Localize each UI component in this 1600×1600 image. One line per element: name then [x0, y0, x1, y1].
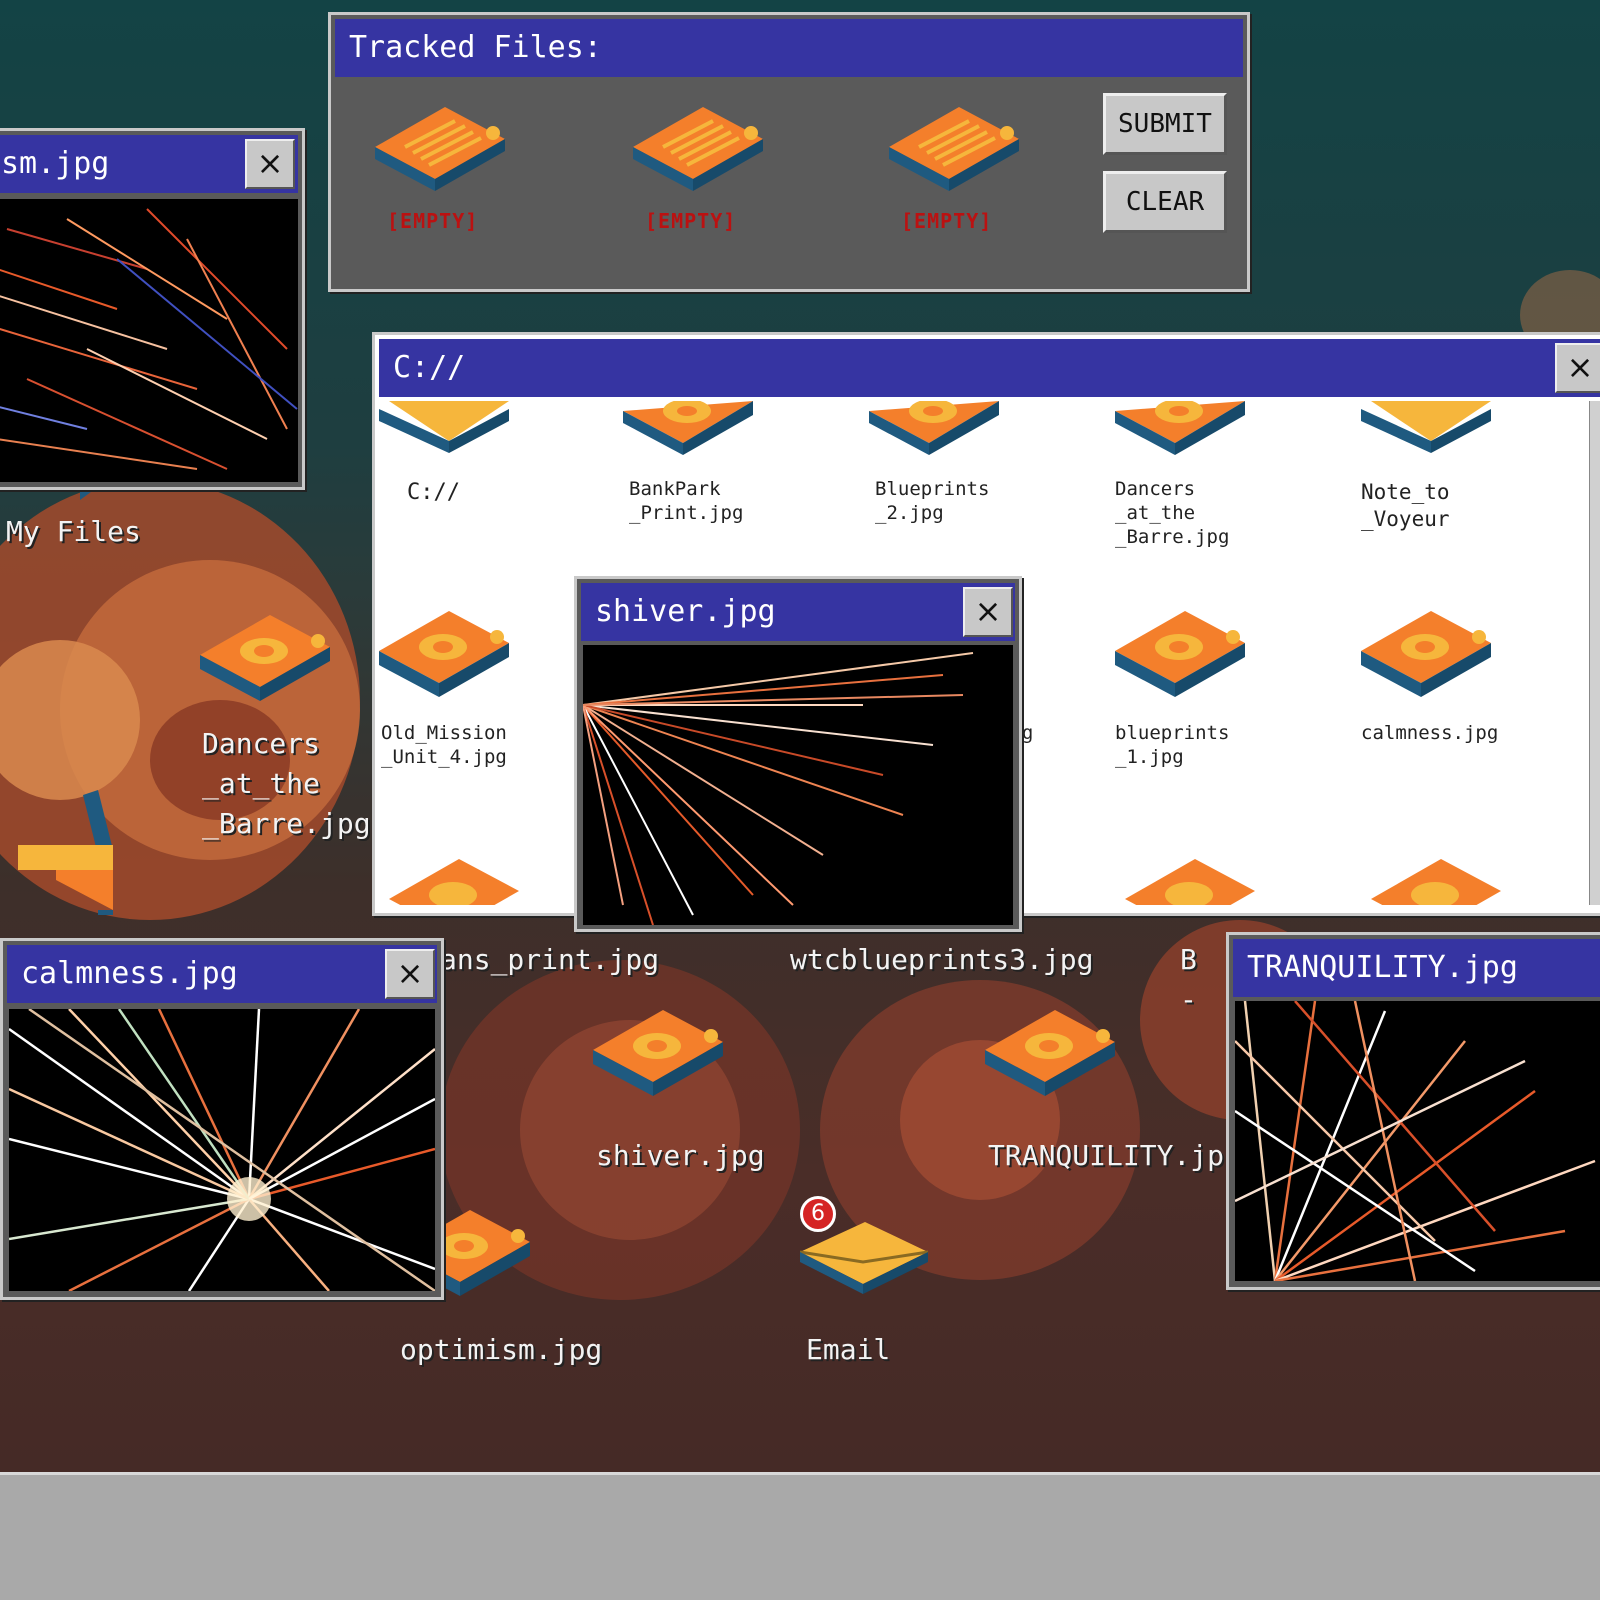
file-item-c-drive[interactable]: C:// — [379, 401, 599, 601]
file-label: C:// — [407, 480, 460, 505]
tracked-files-titlebar[interactable]: Tracked Files: — [335, 19, 1243, 77]
document-icon — [633, 107, 763, 191]
optimism-label: optimism.jpg — [400, 1333, 603, 1366]
shiver-label: shiver.jpg — [596, 1139, 765, 1172]
image-file-icon — [379, 611, 509, 697]
image-file-icon — [389, 859, 519, 905]
calmness-image — [9, 1009, 435, 1291]
file-label: Dancers _at_the _Barre.jpg — [1115, 478, 1230, 548]
calmness-titlebar[interactable]: calmness.jpg — [7, 945, 437, 1003]
close-button[interactable]: × — [1555, 343, 1600, 393]
shiver-titlebar[interactable]: shiver.jpg — [581, 583, 1015, 641]
image-file-icon — [1115, 401, 1245, 455]
file-item-bankpark[interactable]: BankPark _Print.jpg — [623, 401, 843, 601]
tracked-slot[interactable]: [EMPTY] — [375, 107, 515, 247]
image-file-icon — [593, 1010, 723, 1096]
file-item-blueprints-1[interactable]: blueprints _1.jpg — [1115, 611, 1335, 811]
file-label: blueprints _1.jpg — [1115, 722, 1230, 768]
close-button[interactable]: × — [245, 139, 295, 189]
dancers-label: Dancers _at_the _Barre.jpg — [202, 727, 371, 840]
image-file-icon — [623, 401, 753, 455]
optimism-title: sm.jpg — [1, 146, 110, 181]
tranquility-image — [1235, 1001, 1600, 1281]
shiver-image — [583, 645, 1013, 925]
file-label: BankPark _Print.jpg — [629, 478, 744, 524]
clear-button[interactable]: CLEAR — [1103, 171, 1227, 233]
shiver-window: shiver.jpg × — [574, 576, 1022, 932]
close-button[interactable]: × — [963, 587, 1013, 637]
image-file-icon — [985, 1010, 1115, 1096]
file-label: Blueprints _2.jpg — [875, 478, 990, 524]
image-file-icon — [1125, 859, 1255, 905]
firework-image — [583, 645, 1013, 925]
image-file-icon — [1371, 859, 1501, 905]
folder-icon — [379, 401, 509, 453]
file-label: Old_Mission _Unit_4.jpg — [381, 722, 507, 768]
tracked-slot-label: [EMPTY] — [645, 209, 737, 233]
image-file-icon — [869, 401, 999, 455]
file-item-calmness[interactable]: calmness.jpg — [1361, 611, 1581, 811]
tracked-slot[interactable]: [EMPTY] — [889, 107, 1029, 247]
firework-image — [1235, 1001, 1600, 1281]
email-badge: 6 — [800, 1196, 836, 1232]
document-icon — [889, 107, 1019, 191]
wtc-blueprints-label[interactable]: wtcblueprints3.jpg — [790, 940, 1093, 980]
folder-icon — [1361, 401, 1491, 453]
optimism-image — [0, 199, 298, 482]
envelope-icon — [800, 1222, 929, 1294]
tranquility-window: TRANQUILITY.jpg — [1226, 932, 1600, 1290]
tracked-slot-label: [EMPTY] — [387, 209, 479, 233]
file-item-old-mission[interactable]: Old_Mission _Unit_4.jpg — [379, 611, 599, 811]
partial-dash-label: - — [1180, 983, 1197, 1016]
email-label: Email — [806, 1333, 891, 1366]
tranquility-titlebar[interactable]: TRANQUILITY.jpg — [1233, 939, 1600, 997]
tracked-slot[interactable]: [EMPTY] — [633, 107, 773, 247]
file-label: Note_to _Voyeur — [1361, 480, 1450, 531]
explorer-titlebar[interactable]: C:// — [379, 339, 1600, 397]
my-files-label: My Files — [6, 515, 141, 548]
partial-b-label[interactable]: B — [1180, 940, 1197, 980]
firework-image — [0, 199, 298, 482]
file-item-dancers[interactable]: Dancers _at_the _Barre.jpg — [1115, 401, 1335, 601]
image-file-icon — [1115, 611, 1245, 697]
file-label: calmness.jpg — [1361, 722, 1499, 744]
tracked-files-window: Tracked Files: [EMPTY] [EMPTY] [EMPTY] S… — [328, 12, 1250, 292]
submit-button[interactable]: SUBMIT — [1103, 93, 1227, 155]
plans-print-label[interactable]: ans_print.jpg — [440, 940, 659, 980]
image-file-icon — [200, 615, 330, 701]
calmness-window: calmness.jpg × — [0, 938, 444, 1300]
document-icon — [375, 107, 505, 191]
image-file-icon — [1361, 611, 1491, 697]
taskbar — [0, 1472, 1600, 1600]
shortcut-arrow-icon — [18, 790, 113, 915]
file-item-note-to-voyeur[interactable]: Note_to _Voyeur — [1361, 401, 1581, 601]
tranquility-label: TRANQUILITY.jp — [988, 1139, 1225, 1172]
close-button[interactable]: × — [385, 949, 435, 999]
desktop: My Files Dancers _at_the _Barre.jpg ans_… — [0, 0, 1600, 1472]
firework-image — [9, 1009, 435, 1291]
tracked-slot-label: [EMPTY] — [901, 209, 993, 233]
optimism-window: sm.jpg × — [0, 128, 305, 490]
explorer-scrollbar[interactable] — [1589, 401, 1600, 905]
file-item-blueprints-2[interactable]: Blueprints _2.jpg — [869, 401, 1089, 601]
